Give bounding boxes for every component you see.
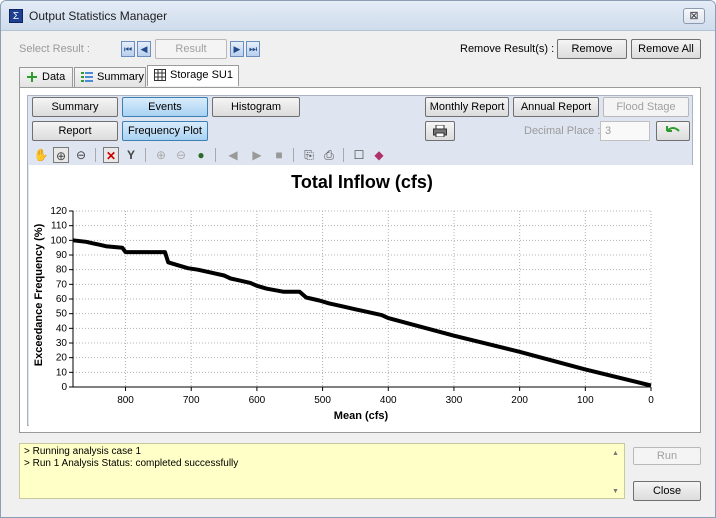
y-tick-label: 0 [61, 382, 67, 393]
pan-icon[interactable]: ✋ [33, 147, 49, 163]
refresh-button[interactable] [656, 121, 690, 141]
globe-icon[interactable]: ● [193, 147, 209, 163]
play-icon[interactable]: ▶ [249, 147, 265, 163]
first-result-button[interactable]: ⏮ [121, 41, 135, 57]
app-icon: Σ [9, 9, 23, 23]
decimal-place-label: Decimal Place : [524, 125, 601, 137]
frequency-plot: Total Inflow (cfs) Mean (cfs) Exceedance… [29, 165, 693, 427]
y-axis-label: Exceedance Frequency (%) [33, 223, 45, 366]
x-tick-label: 500 [314, 395, 331, 406]
close-button[interactable]: Close [633, 481, 701, 501]
status-log: > Running analysis case 1 > Run 1 Analys… [19, 443, 624, 499]
zoom-in-icon[interactable]: ⊕ [153, 147, 169, 163]
y-tick-label: 110 [51, 221, 67, 232]
tab-storage-su1[interactable]: Storage SU1 [147, 65, 239, 86]
print-icon[interactable]: ⎙ [321, 147, 337, 163]
y-tick-label: 60 [56, 294, 68, 305]
y-tick-label: 20 [56, 353, 68, 364]
list-icon [81, 72, 93, 82]
undo-arrow-icon [666, 126, 680, 132]
plot-background [29, 165, 693, 427]
remove-results-label: Remove Result(s) : [460, 43, 555, 55]
scroll-up-icon[interactable]: ▲ [612, 450, 619, 457]
x-tick-label: 0 [648, 395, 654, 406]
annual-report-button[interactable]: Annual Report [513, 97, 599, 117]
tab-storage-label: Storage SU1 [170, 69, 233, 81]
properties-icon[interactable]: ☐ [351, 147, 367, 163]
toolbar-separator [343, 148, 344, 162]
log-line: > Run 1 Analysis Status: completed succe… [24, 458, 239, 469]
toolbar-separator [293, 148, 294, 162]
log-line: > Running analysis case 1 [24, 446, 142, 457]
x-axis-label: Mean (cfs) [334, 410, 389, 422]
next-result-button[interactable]: ▶ [230, 41, 244, 57]
last-result-button[interactable]: ⏭ [246, 41, 260, 57]
frequency-plot-button[interactable]: Frequency Plot [122, 121, 208, 141]
y-tick-label: 50 [56, 309, 68, 320]
x-tick-label: 300 [446, 395, 463, 406]
select-result-label: Select Result : [19, 43, 90, 55]
tab-data[interactable]: Data [19, 67, 73, 87]
histogram-button[interactable]: Histogram [212, 97, 300, 117]
y-tick-label: 40 [56, 323, 68, 334]
y-tick-label: 30 [56, 338, 68, 349]
zoom-out-icon[interactable]: ⊖ [173, 147, 189, 163]
x-tick-label: 600 [249, 395, 266, 406]
toolbar-separator [215, 148, 216, 162]
y-tick-label: 80 [56, 265, 68, 276]
flood-stage-button[interactable]: Flood Stage [603, 97, 689, 117]
x-cursor-icon[interactable]: ✕ [103, 147, 119, 163]
x-tick-label: 800 [117, 395, 134, 406]
title-bar: Σ Output Statistics Manager ⊠ [1, 1, 715, 31]
printer-icon [433, 124, 447, 138]
x-tick-label: 400 [380, 395, 397, 406]
toolbar-separator [95, 148, 96, 162]
close-window-button[interactable]: ⊠ [683, 8, 705, 24]
tab-data-label: Data [42, 71, 66, 83]
y-tick-label: 70 [56, 279, 68, 290]
window-title: Output Statistics Manager [29, 9, 168, 23]
x-tick-label: 700 [183, 395, 200, 406]
x-tick-label: 200 [511, 395, 528, 406]
plus-icon [27, 72, 37, 82]
eraser-icon[interactable]: ◆ [371, 147, 387, 163]
tab-summary-label: Summary [97, 71, 145, 83]
result-button[interactable]: Result [155, 39, 227, 59]
decimal-place-spinner[interactable]: 3 [600, 121, 650, 141]
print-button[interactable] [425, 121, 455, 141]
tab-summary[interactable]: Summary [74, 67, 146, 87]
stop-icon[interactable]: ■ [271, 147, 287, 163]
prev-result-button[interactable]: ◀ [137, 41, 151, 57]
output-statistics-window: Σ Output Statistics Manager ⊠ Select Res… [0, 0, 716, 518]
copy-icon[interactable]: ⎘ [301, 147, 317, 163]
y-tick-label: 100 [50, 235, 67, 246]
events-button[interactable]: Events [122, 97, 208, 117]
scroll-down-icon[interactable]: ▼ [612, 488, 619, 495]
zoom-in-box-icon[interactable]: ⊕ [53, 147, 69, 163]
y-tick-label: 120 [50, 206, 67, 217]
remove-button[interactable]: Remove [557, 39, 627, 59]
y-tick-label: 90 [56, 250, 68, 261]
monthly-report-button[interactable]: Monthly Report [425, 97, 509, 117]
run-button[interactable]: Run [633, 447, 701, 465]
chart-title: Total Inflow (cfs) [291, 172, 433, 192]
table-icon [154, 69, 166, 81]
x-tick-label: 100 [577, 395, 594, 406]
first-icon[interactable]: ◀ [225, 147, 241, 163]
summary-button[interactable]: Summary [32, 97, 118, 117]
log-scrollbar[interactable]: ▲ ▼ [607, 443, 625, 499]
y-cursor-icon[interactable]: Y [123, 147, 139, 163]
report-button[interactable]: Report [32, 121, 118, 141]
remove-all-button[interactable]: Remove All [631, 39, 701, 59]
y-tick-label: 10 [56, 367, 68, 378]
zoom-out-box-icon[interactable]: ⊖ [73, 147, 89, 163]
toolbar-separator [145, 148, 146, 162]
